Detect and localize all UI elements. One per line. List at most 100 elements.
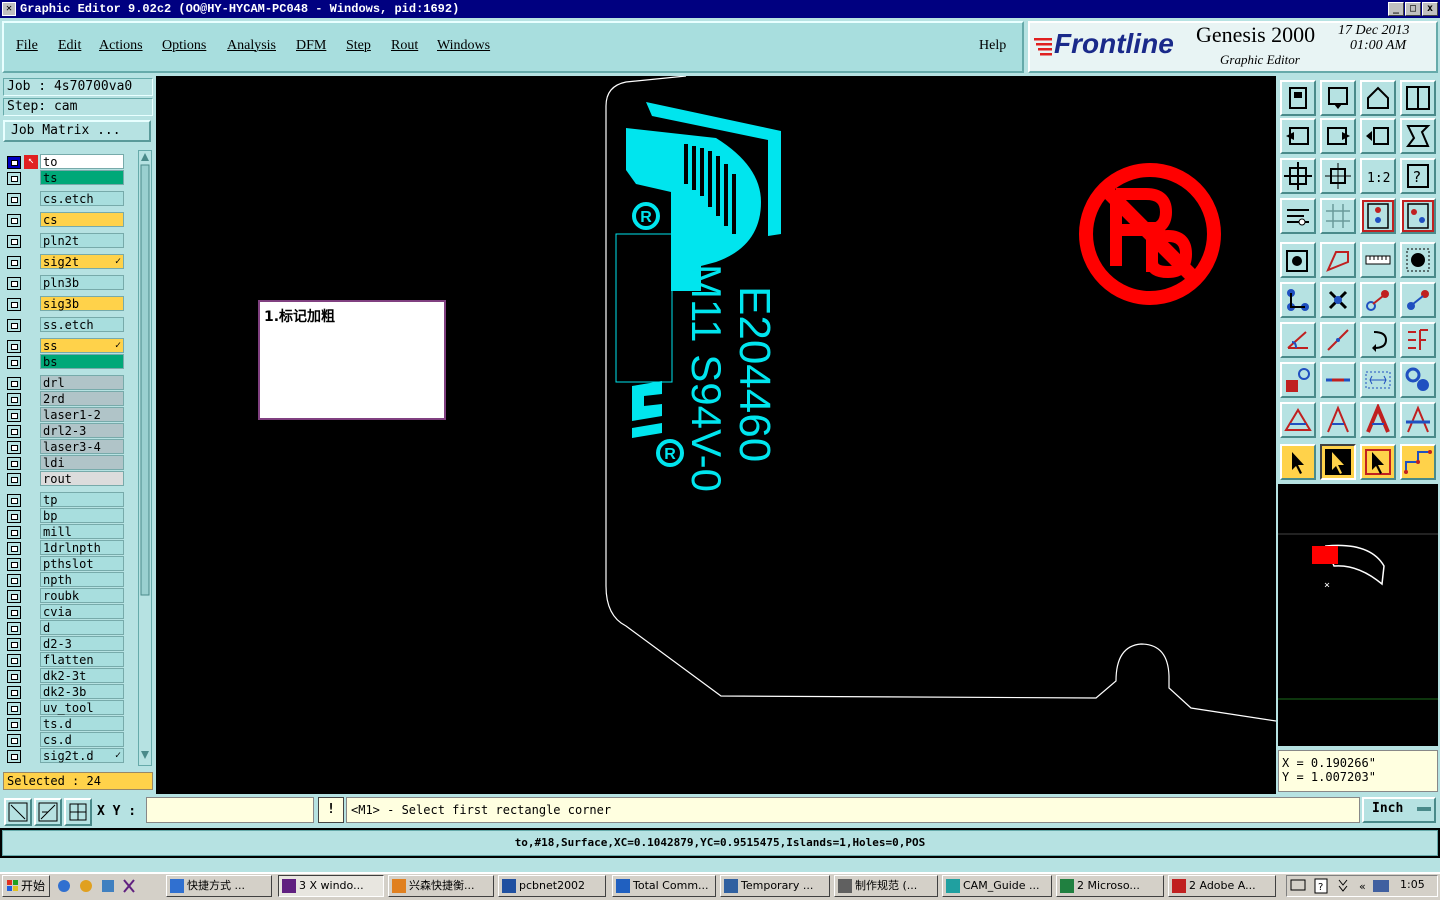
layer-checkbox[interactable] [7, 298, 21, 311]
layer-name[interactable]: cs.d [40, 732, 124, 747]
layer-name[interactable]: d [40, 620, 124, 635]
layer-row-1drlnpth[interactable]: 1drlnpth [4, 540, 126, 556]
layer-row-cs[interactable]: cs [4, 212, 126, 228]
triangle-button[interactable] [1280, 402, 1316, 438]
zoom-out-button[interactable] [1400, 118, 1436, 154]
layer-checkbox[interactable] [7, 750, 21, 763]
layer-name[interactable]: sig2t ✓ [40, 254, 124, 269]
layer-row-d[interactable]: d [4, 620, 126, 636]
graphic-canvas[interactable]: R R E204460 M11 S94V-0 [156, 76, 1276, 794]
zoom-in-button[interactable] [1360, 118, 1396, 154]
menu-actions[interactable]: Actions [99, 38, 143, 54]
taskbar-task-2[interactable]: 3 X windo... [278, 875, 384, 897]
layer-row-to[interactable]: ↖ to [4, 154, 126, 170]
select-frame-button[interactable] [1360, 444, 1396, 480]
taskbar-task-3[interactable]: 兴森快捷衡... [388, 875, 494, 897]
close-button[interactable]: x [1422, 2, 1438, 16]
layer-row-roubk[interactable]: roubk [4, 588, 126, 604]
arch-bold-button[interactable] [1360, 402, 1396, 438]
panel-right-button[interactable] [1320, 118, 1356, 154]
layer-checkbox[interactable] [7, 526, 21, 539]
layer-checkbox[interactable] [7, 277, 21, 290]
one-to-one-button[interactable]: 1:2 [1360, 158, 1396, 194]
layer-checkbox[interactable] [7, 734, 21, 747]
menu-windows[interactable]: Windows [437, 38, 490, 54]
layer-row-npth[interactable]: npth [4, 572, 126, 588]
layer-row-dk2-3t[interactable]: dk2-3t [4, 668, 126, 684]
layer-name[interactable]: roubk [40, 588, 124, 603]
layer-name[interactable]: pln2t [40, 233, 124, 248]
prompt-alert-button[interactable]: ! [318, 797, 344, 823]
layer-checkbox[interactable] [7, 214, 21, 227]
start-button[interactable]: 开始 [2, 875, 50, 897]
home-view-button[interactable] [1280, 80, 1316, 116]
layer-name[interactable]: mill [40, 524, 124, 539]
layer-name[interactable]: bs [40, 354, 124, 369]
layer-row-ts[interactable]: ts [4, 170, 126, 186]
layer-row-uv-tool[interactable]: uv_tool [4, 700, 126, 716]
fit-profile-button[interactable] [1320, 158, 1356, 194]
layer-name[interactable]: rout [40, 471, 124, 486]
grid-button[interactable] [1320, 198, 1356, 234]
layer-checkbox[interactable] [7, 409, 21, 422]
menu-help[interactable]: Help [979, 38, 1006, 54]
layer-name[interactable]: pthslot [40, 556, 124, 571]
delete-button[interactable] [1320, 282, 1356, 318]
layer-checkbox[interactable] [7, 356, 21, 369]
snap-button[interactable] [1280, 362, 1316, 398]
layer-row-pln2t[interactable]: pln2t [4, 233, 126, 249]
layer-toggle-button[interactable] [1360, 198, 1396, 234]
layer-row-ldi[interactable]: ldi [4, 455, 126, 471]
menu-edit[interactable]: Edit [58, 38, 81, 54]
overview-map[interactable]: × [1278, 484, 1438, 746]
layer-row-ss[interactable]: ss ✓ [4, 338, 126, 354]
layer-checkbox[interactable] [7, 558, 21, 571]
layer-name[interactable]: laser1-2 [40, 407, 124, 422]
layer-checkbox[interactable] [7, 319, 21, 332]
layer-name[interactable]: sig2t.d ✓ [40, 748, 124, 763]
line-button[interactable] [1320, 242, 1356, 278]
layer-row-laser3-4[interactable]: laser3-4 [4, 439, 126, 455]
layer-name[interactable]: bp [40, 508, 124, 523]
quick-launch-icons[interactable] [56, 878, 136, 894]
layer-checkbox[interactable] [7, 702, 21, 715]
layer-checkbox[interactable] [7, 172, 21, 185]
fit-screen-button[interactable] [1320, 80, 1356, 116]
xy-input[interactable] [146, 797, 314, 823]
layer-row-drl[interactable]: drl [4, 375, 126, 391]
pan-home-button[interactable] [1360, 80, 1396, 116]
layer-checkbox[interactable] [7, 622, 21, 635]
layer-checkbox[interactable] [7, 574, 21, 587]
layer-name[interactable]: dk2-3t [40, 668, 124, 683]
route-button[interactable] [1400, 444, 1436, 480]
measure-button[interactable] [34, 798, 62, 826]
arch-cut-button[interactable] [1400, 402, 1436, 438]
layer-name[interactable]: ss.etch [40, 317, 124, 332]
menu-analysis[interactable]: Analysis [227, 38, 276, 54]
layer-row-dk2-3b[interactable]: dk2-3b [4, 684, 126, 700]
taskbar-task-10[interactable]: 2 Adobe A... [1168, 875, 1276, 897]
layer-name[interactable]: drl2-3 [40, 423, 124, 438]
layer-checkbox[interactable] [7, 606, 21, 619]
layer-row-d2-3[interactable]: d2-3 [4, 636, 126, 652]
layer-checkbox[interactable] [7, 654, 21, 667]
minimize-button[interactable]: _ [1388, 2, 1404, 16]
zoom-window-button[interactable] [4, 798, 32, 826]
app-icon[interactable]: ✕ [2, 2, 16, 16]
select-active-button[interactable] [1320, 444, 1356, 480]
layer-checkbox[interactable] [7, 670, 21, 683]
layer-name[interactable]: 2rd [40, 391, 124, 406]
layer-name[interactable]: dk2-3b [40, 684, 124, 699]
query-button[interactable]: ? [1400, 158, 1436, 194]
layer-name[interactable]: ts [40, 170, 124, 185]
layer-row-drl2-3[interactable]: drl2-3 [4, 423, 126, 439]
layer-name[interactable]: tp [40, 492, 124, 507]
menu-rout[interactable]: Rout [391, 38, 418, 54]
split-view-button[interactable] [1400, 80, 1436, 116]
layer-name[interactable]: cvia [40, 604, 124, 619]
menu-file[interactable]: File [16, 38, 38, 54]
layer-checkbox[interactable] [7, 494, 21, 507]
taskbar-task-5[interactable]: Total Comm... [612, 875, 716, 897]
center-view-button[interactable] [1280, 158, 1316, 194]
taskbar-task-6[interactable]: Temporary ... [720, 875, 830, 897]
